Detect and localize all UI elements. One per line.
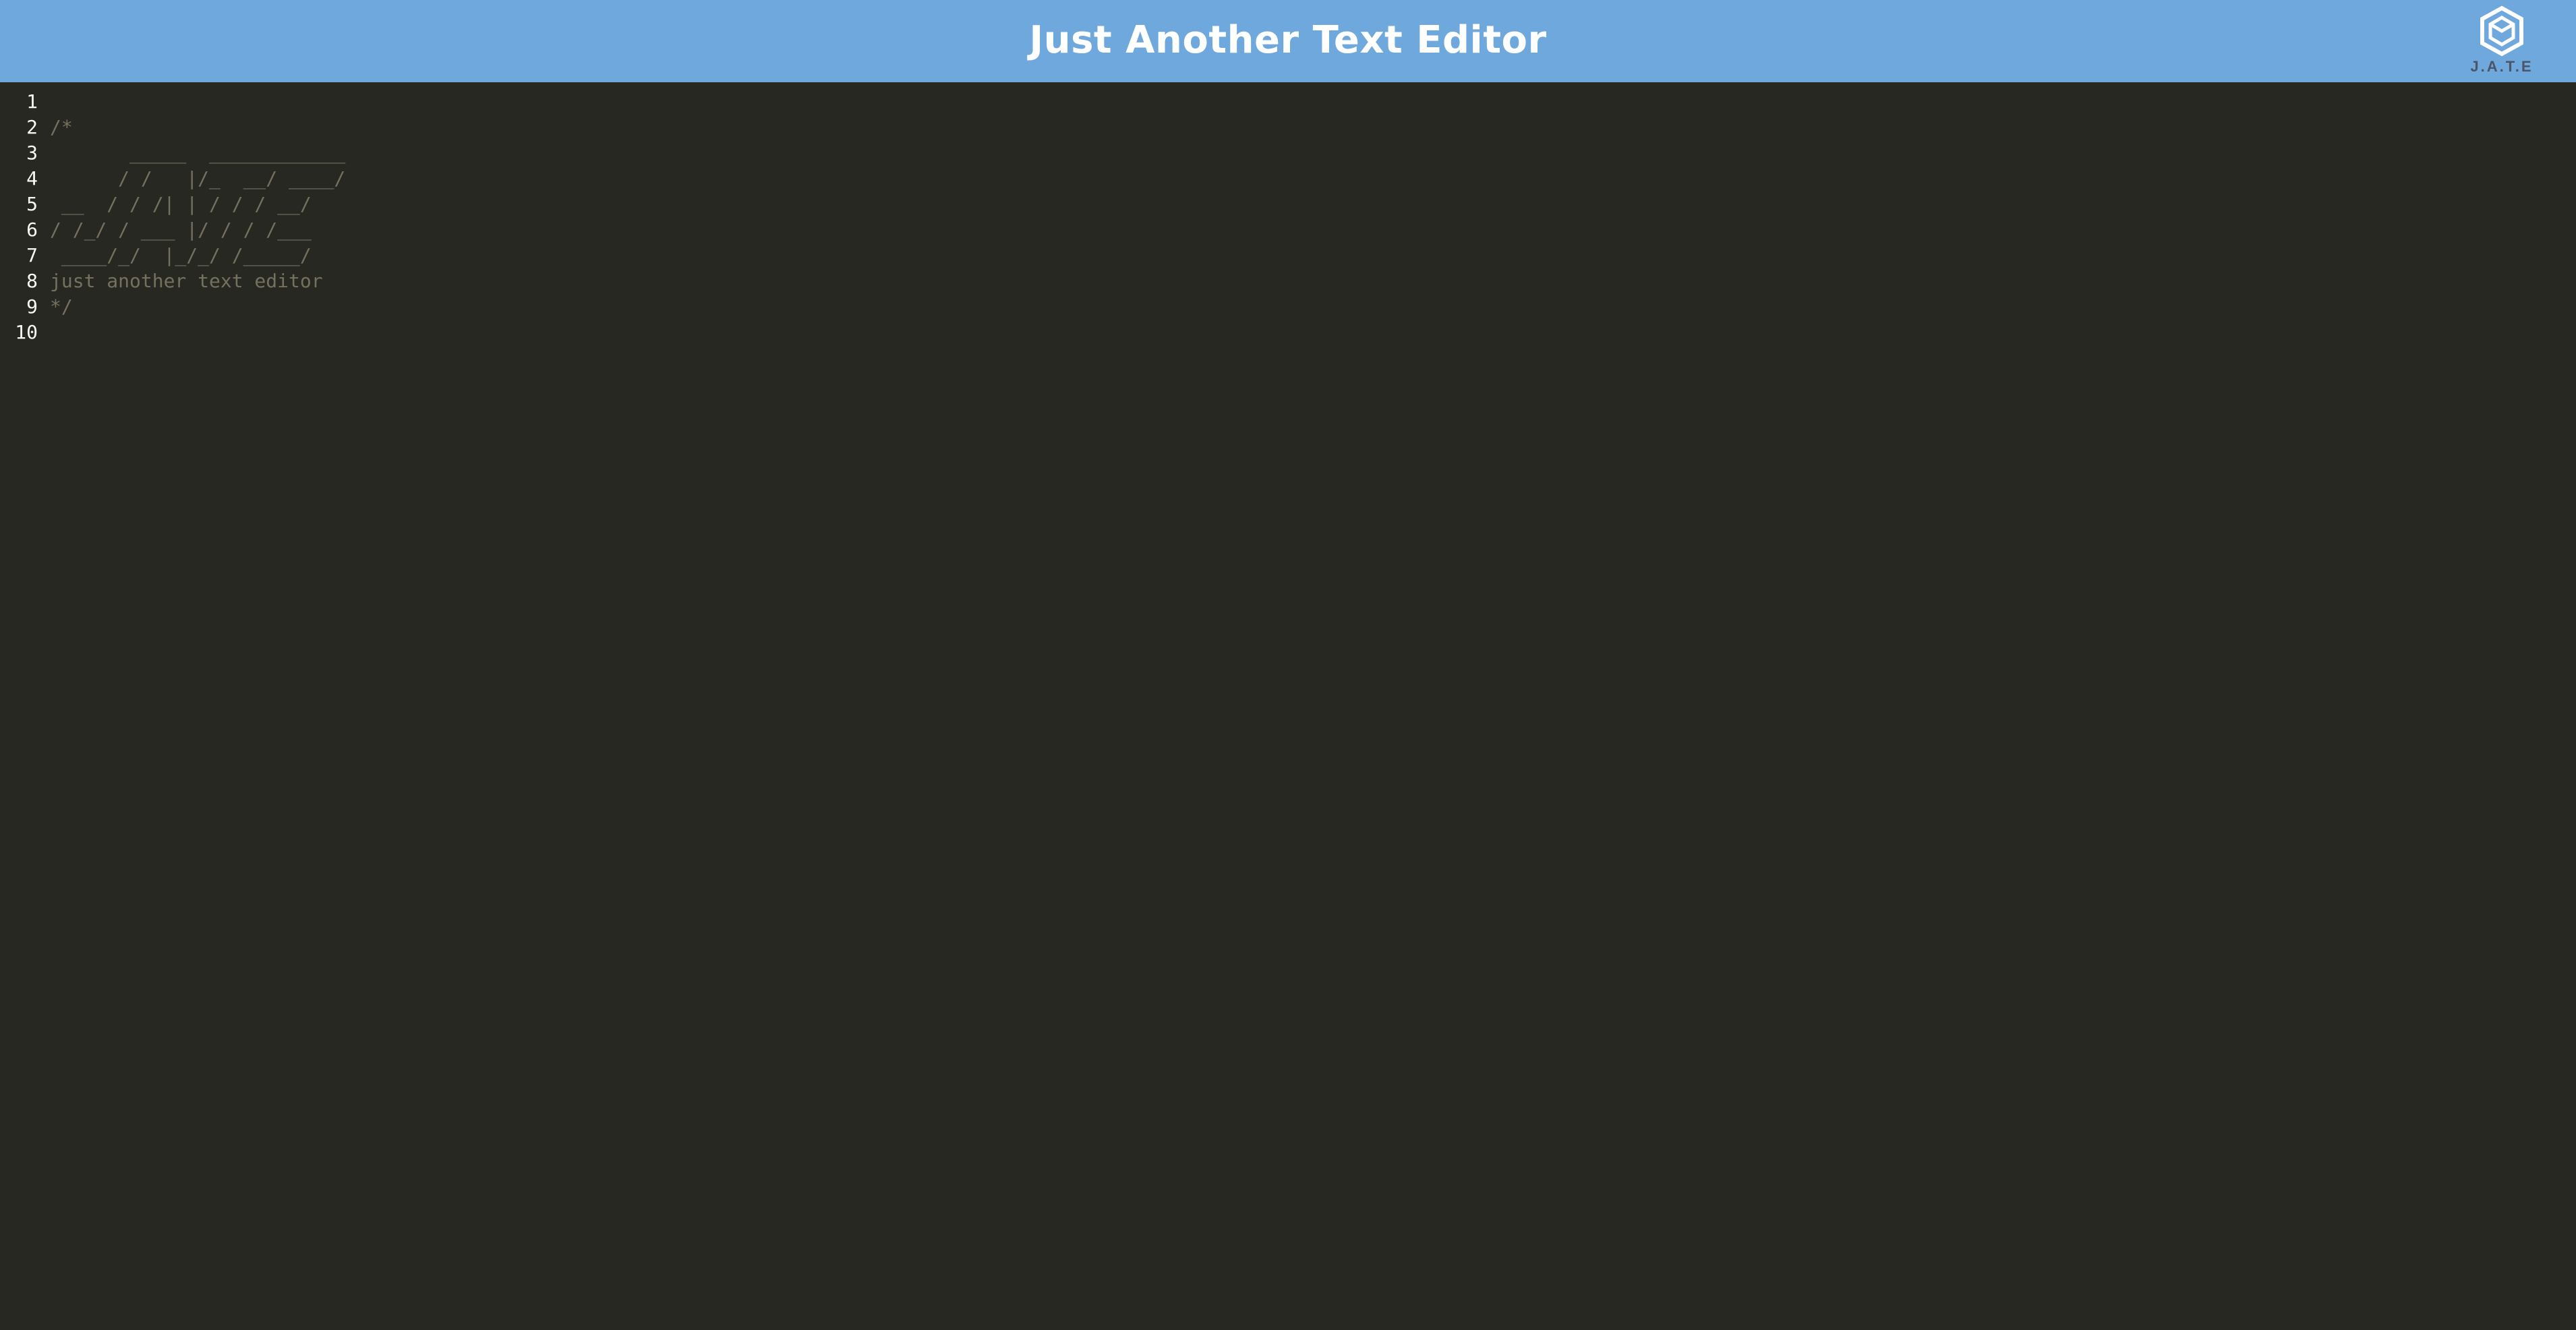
code-line[interactable] (50, 320, 2576, 345)
code-line[interactable]: / /_/ / ___ |/ / / /___ (50, 217, 2576, 243)
line-number: 6 (26, 219, 38, 241)
code-line[interactable]: __ / / /| | / / / __/ (50, 192, 2576, 217)
jate-cube-logo-icon (2480, 5, 2523, 57)
line-number: 1 (26, 90, 38, 113)
line-number: 10 (15, 321, 38, 343)
line-number: 4 (26, 167, 38, 190)
code-line[interactable]: ____/_/ |_/_/ /_____/ (50, 243, 2576, 268)
app-title: Just Another Text Editor (1029, 18, 1547, 62)
code-editor[interactable]: 1 2 3 4 5 6 7 8 9 10 /* _____ __________… (0, 82, 2576, 1330)
logo-text: J.A.T.E (2470, 58, 2534, 75)
line-number: 8 (26, 270, 38, 292)
line-number: 3 (26, 142, 38, 164)
code-line[interactable]: / / |/_ __/ ____/ (50, 166, 2576, 192)
line-number: 7 (26, 244, 38, 266)
line-number: 9 (26, 295, 38, 318)
line-number-gutter: 1 2 3 4 5 6 7 8 9 10 (0, 82, 43, 1330)
app-header: Just Another Text Editor J.A.T.E (0, 0, 2576, 82)
code-text-area[interactable]: /* _____ ____________ / / |/_ __/ ____/ … (43, 82, 2576, 1330)
code-line[interactable]: /* (50, 115, 2576, 140)
code-line[interactable]: just another text editor (50, 268, 2576, 294)
code-line[interactable] (50, 89, 2576, 115)
line-number: 5 (26, 193, 38, 215)
code-line[interactable]: _____ ____________ (50, 140, 2576, 166)
line-number: 2 (26, 116, 38, 138)
code-line[interactable]: */ (50, 294, 2576, 320)
jate-logo[interactable]: J.A.T.E (2465, 5, 2538, 78)
